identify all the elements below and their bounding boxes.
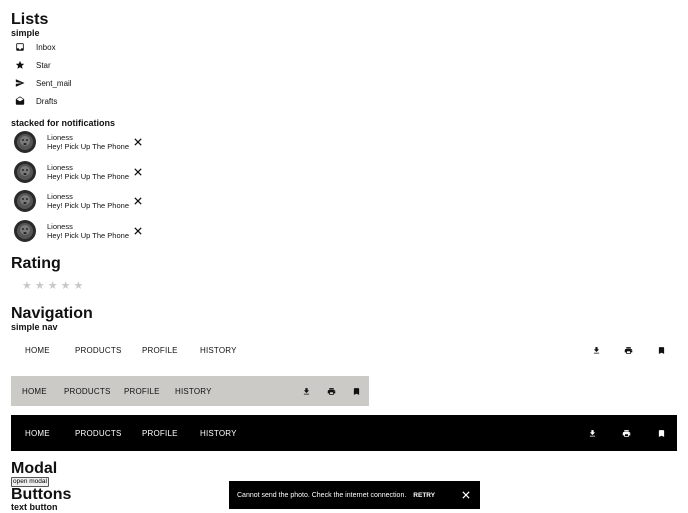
list-item-label: Star xyxy=(36,60,51,70)
star-rating[interactable]: ★ ★ ★ ★ ★ xyxy=(22,281,83,292)
bookmark-icon[interactable] xyxy=(351,386,361,396)
star-2-icon[interactable]: ★ xyxy=(35,281,45,292)
bookmark-icon[interactable] xyxy=(656,345,666,355)
notification-name: Lioness xyxy=(47,192,73,201)
nav-bar-gray: HOME PRODUCTS PROFILE HISTORY xyxy=(11,376,369,406)
print-icon[interactable] xyxy=(623,345,633,355)
nav-item-profile[interactable]: PROFILE xyxy=(142,429,178,438)
avatar xyxy=(14,220,36,242)
star-3-icon[interactable]: ★ xyxy=(48,281,58,292)
list-item-star[interactable]: Star xyxy=(14,56,51,74)
notification-message: Hey! Pick Up The Phone xyxy=(47,201,129,210)
list-item-inbox[interactable]: Inbox xyxy=(14,38,56,56)
notification-item[interactable]: Lioness Hey! Pick Up The Phone xyxy=(14,218,164,244)
lists-title: Lists xyxy=(11,11,49,28)
nav-item-profile[interactable]: PROFILE xyxy=(142,346,178,355)
print-icon[interactable] xyxy=(326,386,336,396)
notification-name: Lioness xyxy=(47,222,73,231)
text-button-label: text button xyxy=(11,502,58,512)
avatar xyxy=(14,161,36,183)
nav-item-profile[interactable]: PROFILE xyxy=(124,387,160,396)
notification-item[interactable]: Lioness Hey! Pick Up The Phone xyxy=(14,159,164,185)
nav-item-products[interactable]: PRODUCTS xyxy=(75,429,122,438)
bookmark-icon[interactable] xyxy=(656,428,666,438)
avatar xyxy=(14,131,36,153)
nav-item-products[interactable]: PRODUCTS xyxy=(64,387,111,396)
notification-message: Hey! Pick Up The Phone xyxy=(47,231,129,240)
print-icon[interactable] xyxy=(621,428,631,438)
snackbar: Cannot send the photo. Check the interne… xyxy=(229,481,480,509)
list-item-label: Inbox xyxy=(36,42,56,52)
inbox-icon xyxy=(14,41,26,53)
nav-bar-white: HOME PRODUCTS PROFILE HISTORY xyxy=(11,337,677,363)
nav-item-home[interactable]: HOME xyxy=(25,346,50,355)
rating-title: Rating xyxy=(11,255,61,272)
download-icon[interactable] xyxy=(591,345,601,355)
download-icon[interactable] xyxy=(587,428,597,438)
retry-button[interactable]: RETRY xyxy=(413,492,435,499)
close-icon[interactable] xyxy=(133,167,143,177)
notification-name: Lioness xyxy=(47,133,73,142)
nav-item-history[interactable]: HISTORY xyxy=(175,387,212,396)
star-icon xyxy=(14,59,26,71)
nav-item-home[interactable]: HOME xyxy=(22,387,47,396)
close-icon[interactable] xyxy=(133,196,143,206)
list-item-drafts[interactable]: Drafts xyxy=(14,92,57,110)
nav-item-home[interactable]: HOME xyxy=(25,429,50,438)
drafts-icon xyxy=(14,95,26,107)
notification-message: Hey! Pick Up The Phone xyxy=(47,172,129,181)
stacked-notifications-label: stacked for notifications xyxy=(11,118,116,128)
nav-item-history[interactable]: HISTORY xyxy=(200,429,237,438)
snackbar-message: Cannot send the photo. Check the interne… xyxy=(237,491,407,499)
navigation-title: Navigation xyxy=(11,305,93,322)
close-icon[interactable] xyxy=(133,226,143,236)
close-icon[interactable] xyxy=(461,490,471,500)
list-item-label: Drafts xyxy=(36,96,58,106)
list-item-sent-mail[interactable]: Sent_mail xyxy=(14,74,72,92)
send-icon xyxy=(14,77,26,89)
avatar xyxy=(14,190,36,212)
nav-bar-dark: HOME PRODUCTS PROFILE HISTORY xyxy=(11,415,677,451)
nav-item-history[interactable]: HISTORY xyxy=(200,346,237,355)
star-5-icon[interactable]: ★ xyxy=(74,281,84,292)
nav-item-products[interactable]: PRODUCTS xyxy=(75,346,122,355)
star-4-icon[interactable]: ★ xyxy=(61,281,71,292)
simple-nav-label: simple nav xyxy=(11,322,58,332)
star-1-icon[interactable]: ★ xyxy=(22,281,32,292)
modal-title: Modal xyxy=(11,460,58,477)
notification-name: Lioness xyxy=(47,163,73,172)
list-item-label: Sent_mail xyxy=(36,78,72,88)
download-icon[interactable] xyxy=(301,386,311,396)
close-icon[interactable] xyxy=(133,137,143,147)
notification-item[interactable]: Lioness Hey! Pick Up The Phone xyxy=(14,129,164,155)
notification-message: Hey! Pick Up The Phone xyxy=(47,142,129,151)
notification-item[interactable]: Lioness Hey! Pick Up The Phone xyxy=(14,188,164,214)
